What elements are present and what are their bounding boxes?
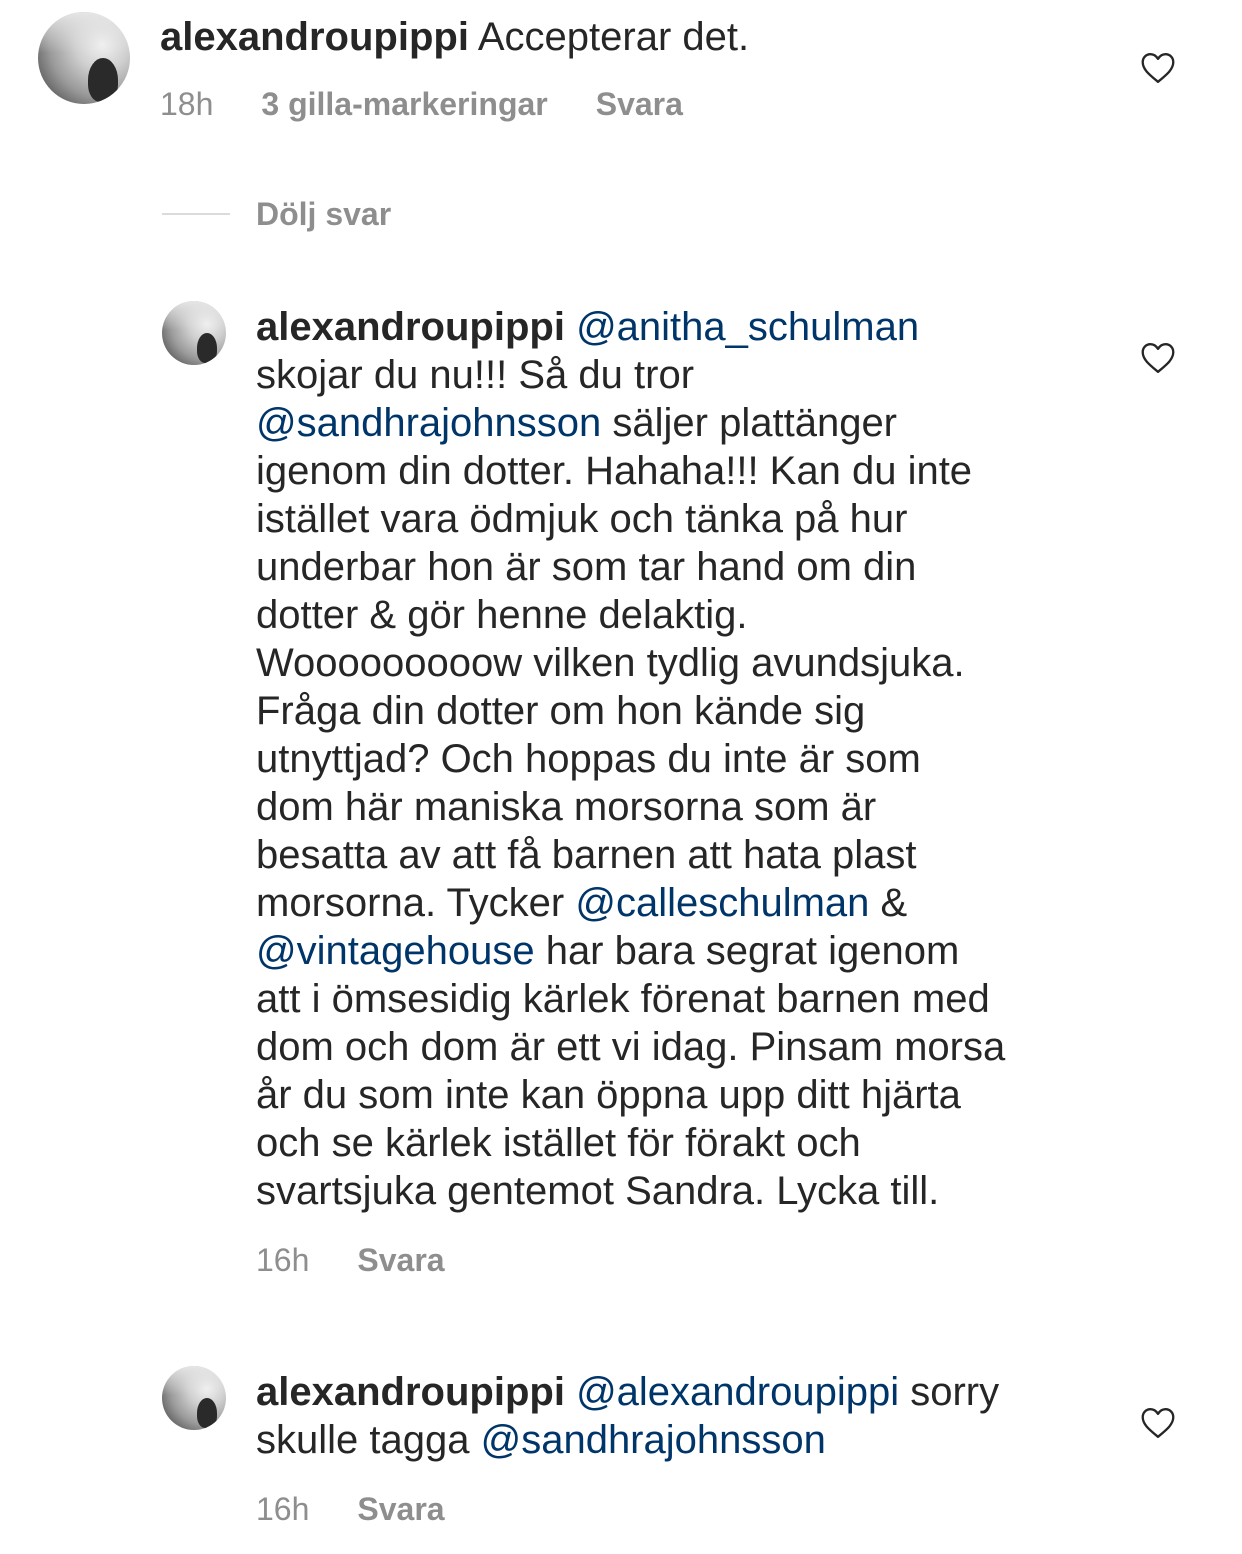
hide-replies-button[interactable]: Dölj svar	[162, 196, 391, 232]
avatar-photo	[38, 12, 130, 54]
heart-outline-icon[interactable]	[1140, 342, 1176, 374]
divider	[162, 213, 230, 215]
avatar-photo	[162, 301, 226, 330]
comment-body-text: skojar du nu!!! Så du tror	[256, 353, 695, 397]
avatar-photo	[162, 1366, 226, 1395]
comment-body-text: säljer plattänger igenom din dotter. Hah…	[256, 401, 973, 925]
comment-body-text	[565, 305, 576, 349]
mention-link[interactable]: @calleschulman	[575, 881, 869, 925]
reply-button[interactable]: Svara	[596, 86, 683, 122]
comment-meta: 16h Svara	[256, 1491, 493, 1527]
mention-link[interactable]: @sandhrajohnsson	[481, 1418, 826, 1462]
comment-text: alexandroupippi Accepterar det.	[160, 13, 1120, 61]
reply-button[interactable]: Svara	[357, 1242, 444, 1278]
mention-link[interactable]: @alexandroupippi	[576, 1370, 899, 1414]
heart-outline-icon[interactable]	[1140, 52, 1176, 84]
comment-meta: 16h Svara	[256, 1242, 493, 1278]
reply-button[interactable]: Svara	[357, 1491, 444, 1527]
username-link[interactable]: alexandroupippi	[160, 15, 469, 59]
mention-link[interactable]: @anitha_schulman	[576, 305, 919, 349]
username-link[interactable]: alexandroupippi	[256, 305, 565, 349]
comment-text: alexandroupippi @anitha_schulman skojar …	[256, 303, 1136, 1215]
avatar[interactable]	[162, 301, 226, 365]
likes-count-button[interactable]: 3 gilla-markeringar	[261, 86, 547, 122]
reply-item: alexandroupippi @anitha_schulman skojar …	[0, 290, 1242, 1300]
mention-link[interactable]: @sandhrajohnsson	[256, 401, 601, 445]
avatar[interactable]	[162, 1366, 226, 1430]
heart-outline-icon[interactable]	[1140, 1407, 1176, 1439]
comment-time: 18h	[160, 86, 214, 122]
comment-body-text: &	[880, 881, 908, 925]
avatar[interactable]	[38, 12, 130, 104]
comment-time: 16h	[256, 1491, 310, 1527]
comment-body-text	[565, 1370, 576, 1414]
username-link[interactable]: alexandroupippi	[256, 1370, 565, 1414]
comment-text: alexandroupippi @alexandroupippi sorry s…	[256, 1368, 1136, 1464]
reply-item: alexandroupippi @alexandroupippi sorry s…	[0, 1355, 1242, 1554]
hide-replies-label: Dölj svar	[256, 195, 392, 232]
comment-meta: 18h 3 gilla-markeringar Svara	[160, 86, 731, 122]
mention-link[interactable]: @vintagehouse	[256, 929, 535, 973]
comment-item: alexandroupippi Accepterar det. 18h 3 gil…	[0, 0, 1242, 140]
comment-time: 16h	[256, 1242, 310, 1278]
comment-body-text: Accepterar det.	[468, 15, 750, 59]
